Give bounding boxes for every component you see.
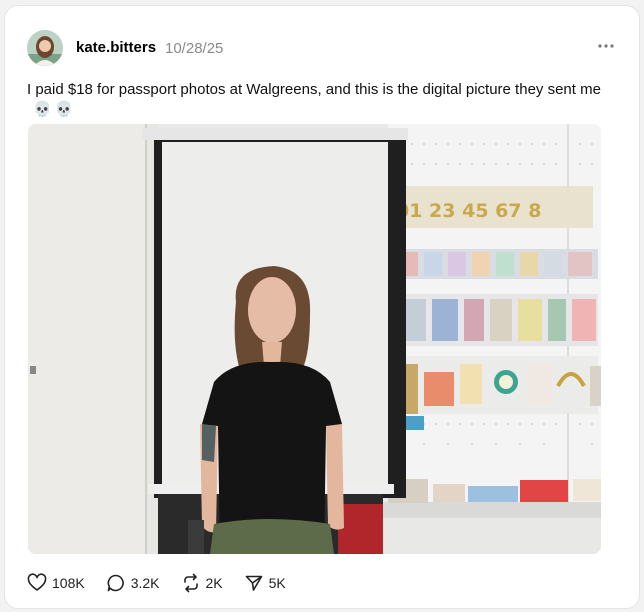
send-icon [245, 575, 262, 591]
share-count: 5K [268, 575, 286, 591]
post-photo[interactable]: 01 23 45 67 8 [28, 124, 601, 554]
more-options-icon [598, 44, 614, 48]
post-card: kate.bitters 10/28/25 I paid $18 for pas… [4, 5, 640, 609]
passport-photo-image: 01 23 45 67 8 [28, 124, 601, 554]
reply-button[interactable]: 3.2K [106, 573, 160, 593]
repost-arrows-icon [183, 573, 198, 593]
post-timestamp: 10/28/25 [165, 40, 224, 57]
speech-bubble-icon [107, 574, 124, 592]
heart-icon [27, 573, 47, 591]
more-options-button[interactable] [595, 36, 617, 54]
repost-count: 2K [205, 575, 223, 591]
skull-emoji: 💀💀 [33, 101, 77, 118]
reply-count: 3.2K [130, 575, 160, 591]
post-actions-bar: 108K 3.2K 2K 5K [27, 572, 307, 594]
like-button[interactable]: 108K [27, 573, 85, 593]
avatar[interactable] [27, 30, 63, 66]
shelf-digits: 01 23 45 67 8 [396, 200, 541, 222]
avatar-image [27, 30, 63, 66]
post-caption: I paid $18 for passport photos at Walgre… [27, 80, 617, 120]
username-link[interactable]: kate.bitters [76, 39, 156, 56]
share-button[interactable]: 5K [244, 573, 286, 593]
caption-text: I paid $18 for passport photos at Walgre… [27, 81, 601, 98]
repost-button[interactable]: 2K [181, 573, 223, 593]
like-count: 108K [52, 575, 85, 591]
